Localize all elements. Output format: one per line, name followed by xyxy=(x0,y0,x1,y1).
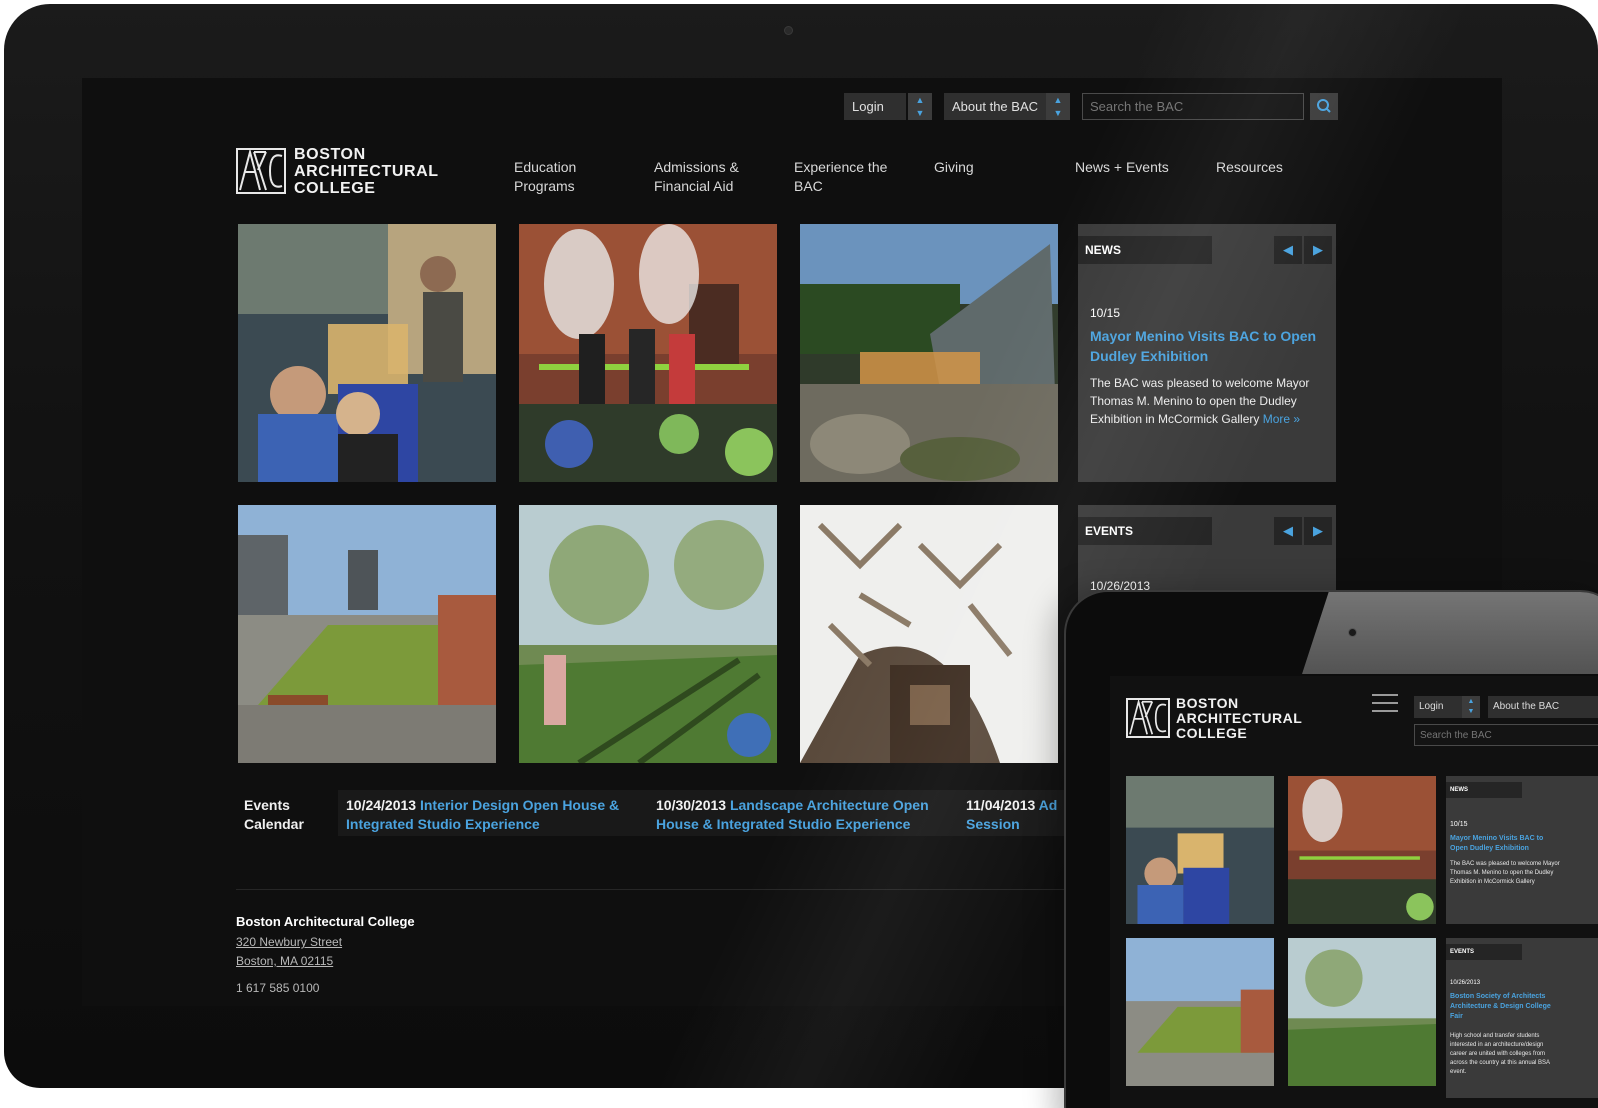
tablet-logo-line-2: ARCHITECTURAL xyxy=(1176,710,1303,726)
nav-resources[interactable]: Resources xyxy=(1216,158,1283,177)
nav-admissions-financial-aid[interactable]: Admissions & Financial Aid xyxy=(654,158,739,196)
about-select-arrow-icon[interactable]: ▲ ▼ xyxy=(1046,93,1070,120)
footer-city-link[interactable]: Boston, MA 02115 xyxy=(236,954,333,968)
tablet-glare xyxy=(1302,592,1598,674)
tablet-device: BOSTON ARCHITECTURAL COLLEGE Login ▲ ▼ Ab… xyxy=(1064,590,1598,1108)
login-select[interactable]: Login xyxy=(844,93,906,120)
login-select-arrow-icon[interactable]: ▲ ▼ xyxy=(908,93,932,120)
photo-tile-lattice-structure[interactable] xyxy=(800,505,1058,763)
news-body: The BAC was pleased to welcome Mayor Tho… xyxy=(1090,374,1332,428)
calendar-event-date: 11/04/2013 xyxy=(966,797,1036,813)
tablet-events-title[interactable]: Boston Society of Architects Architectur… xyxy=(1450,992,1562,1022)
tablet-camera xyxy=(1348,628,1357,637)
tablet-events-heading: EVENTS xyxy=(1446,944,1522,960)
photo-tile-ribbon-cutting[interactable] xyxy=(519,224,777,482)
news-date: 10/15 xyxy=(1090,306,1121,320)
news-next-button[interactable]: ▶ xyxy=(1304,236,1332,264)
tablet-news-date: 10/15 xyxy=(1450,821,1468,828)
photo-tile-green-roof[interactable] xyxy=(238,505,496,763)
nav-experience-the-bac[interactable]: Experience the BAC xyxy=(794,158,887,196)
about-label: About the BAC xyxy=(952,99,1038,114)
photo-tile-glass-pavilion[interactable] xyxy=(800,224,1058,482)
tablet-news-panel: NEWS 10/15 Mayor Menino Visits BAC to Op… xyxy=(1446,776,1598,924)
tablet-events-panel: EVENTS 10/26/2013 Boston Society of Arch… xyxy=(1446,938,1598,1098)
footer-phone: 1 617 585 0100 xyxy=(236,981,320,995)
footer-college-name: Boston Architectural College xyxy=(236,914,415,929)
tablet-photo-tile-urban-farm[interactable] xyxy=(1288,938,1436,1086)
photo-tile-urban-farm[interactable] xyxy=(519,505,777,763)
tablet-news-body: The BAC was pleased to welcome Mayor Tho… xyxy=(1450,861,1560,885)
news-more-link[interactable]: More » xyxy=(1263,412,1300,426)
nav-education-programs[interactable]: Education Programs xyxy=(514,158,576,196)
bac-logo[interactable]: BOSTON ARCHITECTURAL COLLEGE xyxy=(236,146,446,198)
calendar-event-date: 10/24/2013 xyxy=(346,797,417,813)
events-next-button[interactable]: ▶ xyxy=(1304,517,1332,545)
tablet-about-label: About the BAC xyxy=(1493,701,1560,712)
tablet-logo-line-1: BOSTON xyxy=(1176,695,1239,711)
webcam xyxy=(784,26,793,35)
logo-line-3: COLLEGE xyxy=(294,180,376,197)
search-input[interactable] xyxy=(1082,93,1304,120)
chevron-right-icon: ▶ xyxy=(1313,523,1323,538)
tablet-login-label: Login xyxy=(1419,701,1444,712)
tablet-photo-tile-ribbon[interactable] xyxy=(1288,776,1436,924)
tablet-login-arrow-icon[interactable]: ▲ ▼ xyxy=(1462,696,1480,718)
calendar-event-date: 10/30/2013 xyxy=(656,797,727,813)
tablet-logo-mark-icon xyxy=(1126,698,1170,738)
tablet-about-select[interactable]: About the BAC xyxy=(1488,696,1598,718)
events-prev-button[interactable]: ◀ xyxy=(1274,517,1302,545)
calendar-event-2[interactable]: 10/30/2013 Landscape Architecture Open H… xyxy=(656,796,952,834)
photo-tile-exhibit-crowd[interactable] xyxy=(238,224,496,482)
nav-news-events[interactable]: News + Events xyxy=(1075,158,1169,177)
calendar-event-1[interactable]: 10/24/2013 Interior Design Open House & … xyxy=(346,796,642,834)
tablet-screen: BOSTON ARCHITECTURAL COLLEGE Login ▲ ▼ Ab… xyxy=(1110,676,1598,1108)
tablet-login-select[interactable]: Login xyxy=(1414,696,1462,718)
tablet-events-date: 10/26/2013 xyxy=(1450,980,1481,986)
news-heading: NEWS xyxy=(1078,236,1212,264)
login-label: Login xyxy=(852,99,884,114)
nav-giving[interactable]: Giving xyxy=(934,158,974,177)
tablet-news-title[interactable]: Mayor Menino Visits BAC to Open Dudley E… xyxy=(1450,834,1560,854)
tablet-news-heading: NEWS xyxy=(1446,782,1522,798)
chevron-right-icon: ▶ xyxy=(1313,242,1323,257)
search-button[interactable] xyxy=(1310,93,1338,120)
news-panel: NEWS ◀ ▶ 10/15 Mayor Menino Visits BAC t… xyxy=(1078,224,1336,482)
events-calendar-label: Events Calendar xyxy=(244,797,304,832)
hamburger-menu-icon[interactable] xyxy=(1372,694,1398,714)
logo-line-1: BOSTON xyxy=(294,146,366,163)
tablet-logo-line-3: COLLEGE xyxy=(1176,725,1248,741)
tablet-events-body: High school and transfer students intere… xyxy=(1450,1033,1550,1075)
news-prev-button[interactable]: ◀ xyxy=(1274,236,1302,264)
chevron-left-icon: ◀ xyxy=(1283,523,1293,538)
tablet-search-input[interactable] xyxy=(1414,724,1598,746)
logo-wordmark: BOSTON ARCHITECTURAL COLLEGE xyxy=(294,146,439,197)
chevron-left-icon: ◀ xyxy=(1283,242,1293,257)
footer-street-link[interactable]: 320 Newbury Street xyxy=(236,935,342,949)
events-heading: EVENTS xyxy=(1078,517,1212,545)
tablet-photo-tile-green-roof[interactable] xyxy=(1126,938,1274,1086)
tablet-logo-wordmark[interactable]: BOSTON ARCHITECTURAL COLLEGE xyxy=(1176,696,1302,741)
news-title-link[interactable]: Mayor Menino Visits BAC to Open Dudley E… xyxy=(1090,326,1330,366)
logo-line-2: ARCHITECTURAL xyxy=(294,163,439,180)
tablet-photo-tile-exhibit[interactable] xyxy=(1126,776,1274,924)
search-icon xyxy=(1317,99,1331,113)
about-select[interactable]: About the BAC xyxy=(944,93,1052,120)
bac-logo-mark-icon xyxy=(236,148,286,194)
